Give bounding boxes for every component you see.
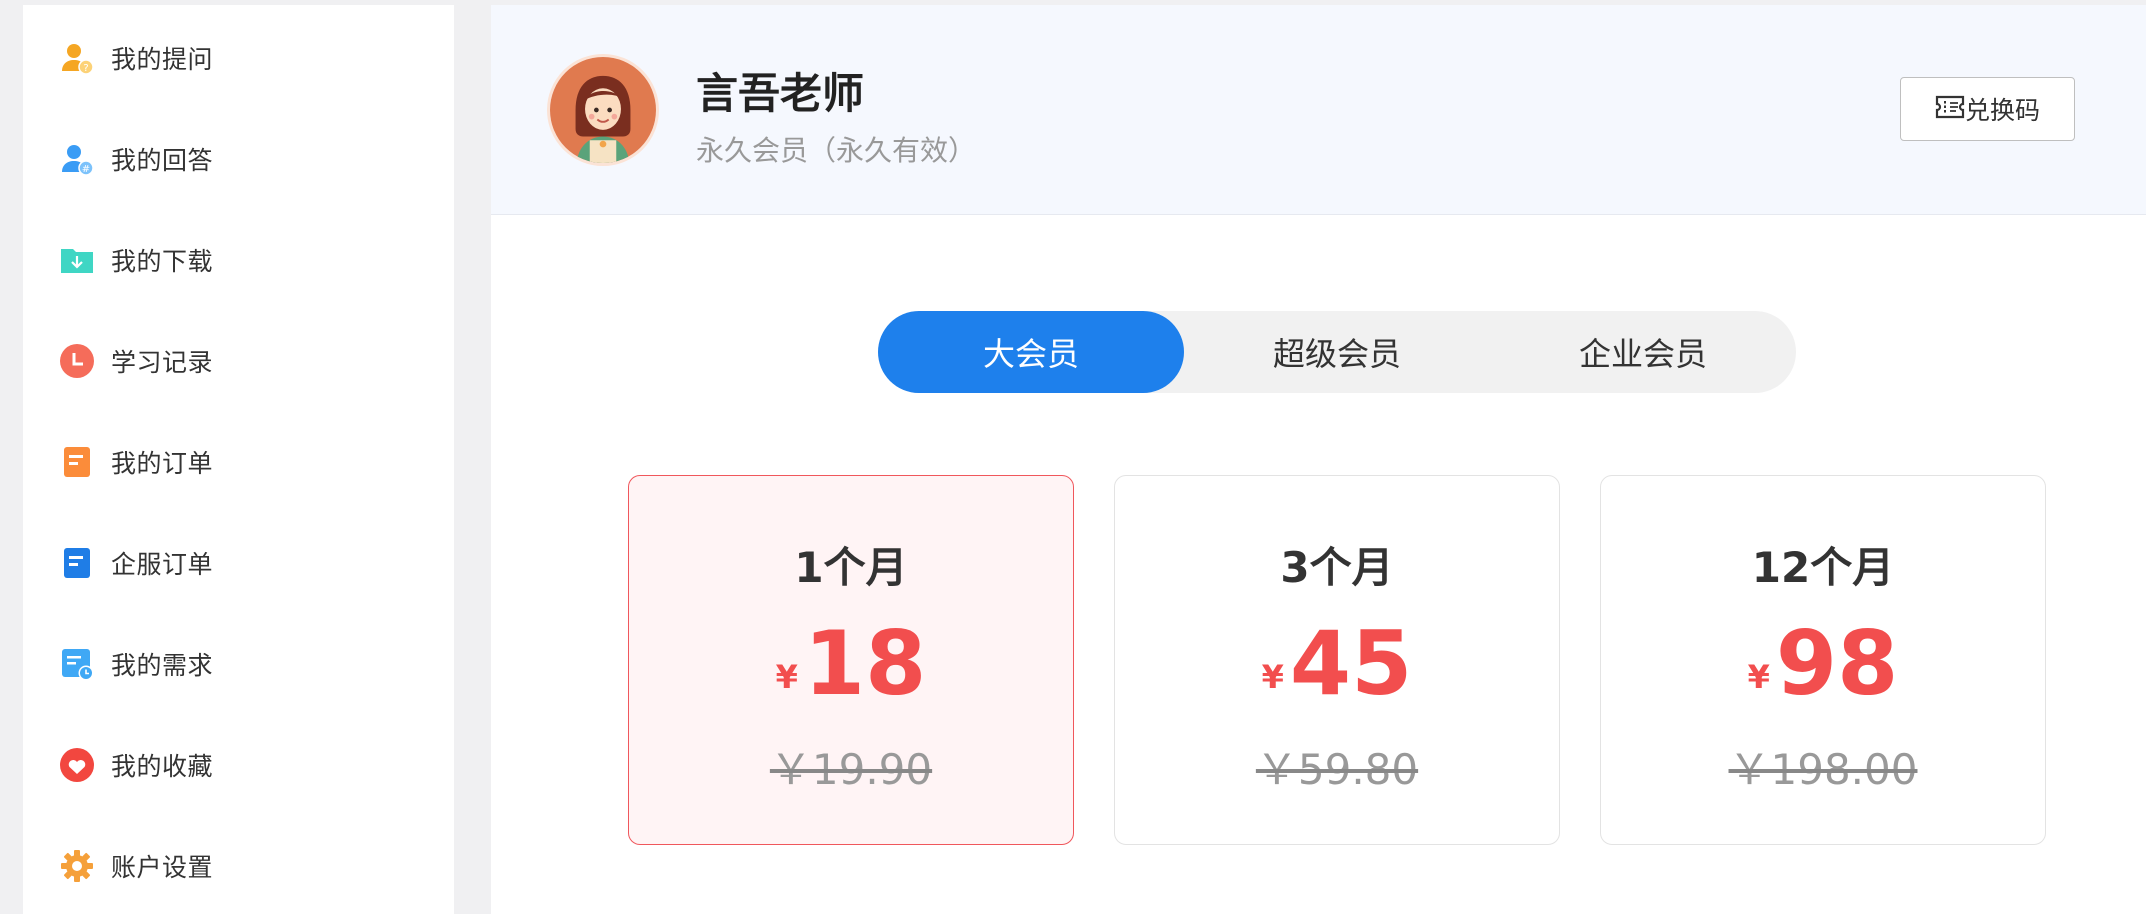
sidebar-item-label: 我的下载 — [111, 247, 214, 276]
tab-big-member[interactable]: 大会员 — [878, 311, 1184, 393]
currency-symbol: ¥ — [1747, 658, 1770, 696]
currency-symbol: ¥ — [775, 658, 798, 696]
membership-status: 永久会员（永久有效） — [696, 134, 977, 167]
sidebar-item-my-questions[interactable]: ? 我的提问 — [59, 28, 213, 88]
price-amount: 98 — [1775, 612, 1899, 715]
plan-card-3-months[interactable]: 3个月 ¥45 ￥59.80 — [1114, 475, 1560, 845]
sidebar-item-my-orders[interactable]: 我的订单 — [59, 432, 213, 492]
tab-super-member[interactable]: 超级会员 — [1184, 311, 1490, 393]
user-name: 言吾老师 — [696, 69, 865, 118]
sidebar-item-my-answers[interactable]: # 我的回答 — [59, 129, 213, 189]
sidebar-item-label: 学习记录 — [111, 348, 214, 377]
sidebar-item-label: 我的需求 — [111, 651, 214, 680]
plan-duration: 12个月 — [1751, 543, 1895, 592]
user-question-icon: ? — [59, 40, 95, 76]
sidebar-item-label: 账户设置 — [111, 853, 214, 882]
user-answer-icon: # — [59, 141, 95, 177]
plan-price: ¥45 — [1115, 614, 1559, 714]
sidebar-item-account-settings[interactable]: 账户设置 — [59, 836, 213, 896]
plan-card-1-month[interactable]: 1个月 ¥18 ￥19.90 — [628, 475, 1074, 845]
sidebar-item-my-demands[interactable]: 我的需求 — [59, 634, 213, 694]
demand-calendar-icon — [59, 646, 95, 682]
membership-tabs: 大会员 超级会员 企业会员 — [878, 311, 1796, 393]
sidebar: ? 我的提问 # 我的回答 我的下载 学习记录 我的订单 企服订单 我的需求 我… — [23, 5, 454, 914]
ticket-icon — [1935, 93, 1965, 125]
sidebar-item-my-downloads[interactable]: 我的下载 — [59, 230, 213, 290]
currency-symbol: ¥ — [1261, 658, 1284, 696]
sidebar-item-label: 企服订单 — [111, 550, 214, 579]
plan-price: ¥18 — [629, 614, 1073, 714]
plan-card-12-months[interactable]: 12个月 ¥98 ￥198.00 — [1600, 475, 2046, 845]
sidebar-item-label: 我的订单 — [111, 449, 214, 478]
tab-enterprise-member[interactable]: 企业会员 — [1490, 311, 1796, 393]
plan-duration: 3个月 — [1280, 543, 1394, 592]
enterprise-order-icon — [59, 545, 95, 581]
svg-text:#: # — [82, 164, 90, 175]
download-folder-icon — [59, 242, 95, 278]
price-amount: 45 — [1289, 612, 1413, 715]
main-panel: 言吾老师 永久会员（永久有效） 兑换码 大会员 超级会员 企业会员 1个月 ¥1… — [491, 5, 2146, 914]
profile-header: 言吾老师 永久会员（永久有效） 兑换码 — [491, 5, 2146, 215]
redeem-code-label: 兑换码 — [1964, 96, 2040, 125]
redeem-code-button[interactable]: 兑换码 — [1900, 77, 2075, 141]
plan-price: ¥98 — [1601, 614, 2045, 714]
sidebar-item-label: 我的提问 — [111, 45, 214, 74]
original-price: ￥198.00 — [1728, 745, 1918, 794]
sidebar-item-my-favorites[interactable]: 我的收藏 — [59, 735, 213, 795]
sidebar-item-label: 我的回答 — [111, 146, 214, 175]
original-price: ￥59.80 — [1255, 745, 1419, 794]
gear-icon — [59, 848, 95, 884]
price-amount: 18 — [803, 612, 927, 715]
plan-duration: 1个月 — [794, 543, 908, 592]
sidebar-item-enterprise-orders[interactable]: 企服订单 — [59, 533, 213, 593]
sidebar-item-label: 我的收藏 — [111, 752, 214, 781]
svg-text:?: ? — [83, 63, 88, 74]
heart-icon — [59, 747, 95, 783]
avatar[interactable] — [547, 54, 659, 166]
order-doc-icon — [59, 444, 95, 480]
clock-icon — [59, 343, 95, 379]
sidebar-item-study-records[interactable]: 学习记录 — [59, 331, 213, 391]
original-price: ￥19.90 — [769, 745, 933, 794]
